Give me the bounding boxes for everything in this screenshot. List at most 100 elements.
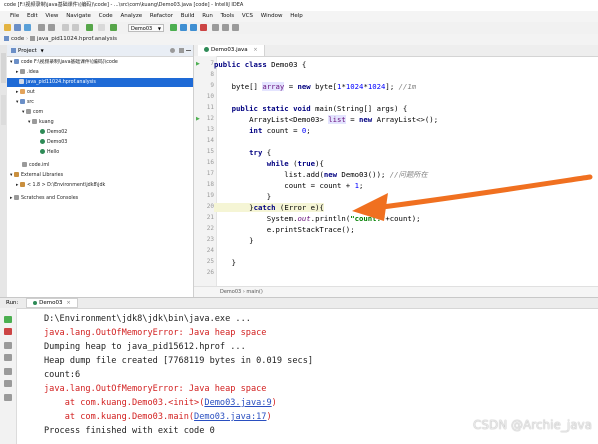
breadcrumb-method[interactable]: main() xyxy=(246,289,262,295)
code-line[interactable]: public static void main(String[] args) { xyxy=(214,104,408,113)
code-line[interactable]: int count = 0; xyxy=(214,126,311,135)
code-line[interactable]: ArrayList<Demo03> list = new ArrayList<>… xyxy=(214,115,438,124)
rerun-icon[interactable] xyxy=(4,316,12,323)
code-line[interactable]: try { xyxy=(214,148,271,157)
project-structure-icon[interactable] xyxy=(212,24,219,31)
stacktrace-link[interactable]: Demo03.java:17 xyxy=(194,412,266,422)
run-icon[interactable] xyxy=(170,24,177,31)
console-line: java.lang.OutOfMemoryError: Java heap sp… xyxy=(44,328,267,338)
console-line: at com.kuang.Demo03.<init>(Demo03.java:9… xyxy=(44,398,277,408)
structure-tool-button[interactable] xyxy=(1,95,6,125)
run-config-select[interactable]: Demo03 ▼ xyxy=(128,24,164,32)
menu-navigate[interactable]: Navigate xyxy=(66,13,91,19)
separator-icon xyxy=(98,24,105,31)
close-icon[interactable]: × xyxy=(253,47,257,53)
menu-code[interactable]: Code xyxy=(99,13,113,19)
undo-icon[interactable] xyxy=(62,24,69,31)
menu-window[interactable]: Window xyxy=(261,13,283,19)
settings-icon[interactable] xyxy=(222,24,229,31)
close-icon[interactable]: × xyxy=(66,300,71,306)
menu-edit[interactable]: Edit xyxy=(27,13,38,19)
code-line[interactable]: e.printStackTrace(); xyxy=(214,225,355,234)
annotation-arrow-icon xyxy=(352,174,593,221)
tree-row-hprof-analysis[interactable]: java_pid11024.hprof.analysis xyxy=(7,78,193,87)
print-icon[interactable] xyxy=(4,380,12,387)
tree-row-out[interactable]: ▸ out xyxy=(7,88,193,97)
scroll-up-icon[interactable] xyxy=(4,342,12,349)
back-icon[interactable] xyxy=(38,24,45,31)
class-icon xyxy=(204,47,209,52)
menu-vcs[interactable]: VCS xyxy=(242,13,253,19)
code-line-catch[interactable]: }catch (Error e){ xyxy=(214,203,324,212)
chevron-down-icon: ▼ xyxy=(157,26,161,31)
menu-refactor[interactable]: Refactor xyxy=(150,13,173,19)
gear-icon[interactable] xyxy=(179,48,184,53)
console-line: Heap dump file created [7768119 bytes in… xyxy=(44,356,314,366)
menu-view[interactable]: View xyxy=(45,13,58,19)
wrap-icon[interactable] xyxy=(4,368,12,375)
tree-row-scratches[interactable]: ▸ Scratches and Consoles xyxy=(7,194,193,203)
breadcrumb-project[interactable]: code xyxy=(11,36,24,42)
class-icon xyxy=(33,300,38,305)
trash-icon[interactable] xyxy=(4,394,12,401)
code-line[interactable]: } xyxy=(214,192,271,201)
chevron-down-icon[interactable]: ▼ xyxy=(41,48,44,53)
tree-row-idea[interactable]: ▸ .idea xyxy=(7,68,193,77)
minimize-icon[interactable] xyxy=(186,50,191,51)
module-folder-icon xyxy=(13,59,19,64)
stacktrace-link[interactable]: Demo03.java:9 xyxy=(204,398,271,408)
menu-file[interactable]: File xyxy=(10,13,19,19)
tree-row-code-iml[interactable]: code.iml xyxy=(7,161,193,170)
breadcrumb-class[interactable]: Demo03 xyxy=(194,289,241,295)
tree-row-com[interactable]: ▾ com xyxy=(7,108,193,117)
tree-row-hello[interactable]: Hello xyxy=(7,148,193,157)
sync-icon[interactable] xyxy=(24,24,31,31)
locate-icon[interactable] xyxy=(170,48,175,53)
code-line[interactable]: } xyxy=(214,236,253,245)
redo-icon[interactable] xyxy=(72,24,79,31)
debug-icon[interactable] xyxy=(180,24,187,31)
tree-row-external-libraries[interactable]: ▾ External Libraries xyxy=(7,171,193,180)
open-folder-icon[interactable] xyxy=(4,24,11,31)
run-class-icon[interactable]: ▶ xyxy=(196,61,200,67)
tree-row-root[interactable]: ▾ code F:\视频录制\java基础课件\(编码)\code xyxy=(7,58,193,67)
tree-row-kuang[interactable]: ▾ kuang xyxy=(7,118,193,127)
tab-demo03-java[interactable]: Demo03.java × xyxy=(198,45,265,56)
menu-help[interactable]: Help xyxy=(290,13,303,19)
search-icon[interactable] xyxy=(232,24,239,31)
hammer-icon[interactable] xyxy=(110,24,117,31)
tree-row-demo02[interactable]: Demo02 xyxy=(7,128,193,137)
tree-row-src[interactable]: ▾ src xyxy=(7,98,193,107)
menu-build[interactable]: Build xyxy=(181,13,195,19)
editor-tab-bar: Demo03.java × xyxy=(194,45,598,57)
project-tool-button[interactable] xyxy=(1,53,6,83)
package-icon xyxy=(25,109,31,114)
stop-icon[interactable] xyxy=(4,328,12,335)
scroll-down-icon[interactable] xyxy=(4,354,12,361)
code-line[interactable]: } xyxy=(214,258,236,267)
build-icon[interactable] xyxy=(86,24,93,31)
class-icon xyxy=(40,129,45,134)
code-line[interactable]: while (true){ xyxy=(214,159,324,168)
project-panel-title[interactable]: Project xyxy=(18,48,37,54)
code-line[interactable]: public class Demo03 { xyxy=(214,60,306,69)
code-line[interactable]: byte[] array = new byte[1*1024*1024]; //… xyxy=(214,82,416,91)
stop-icon[interactable] xyxy=(200,24,207,31)
coverage-icon[interactable] xyxy=(190,24,197,31)
run-tab-demo03[interactable]: Demo03 × xyxy=(26,298,78,308)
class-icon xyxy=(40,139,45,144)
save-icon[interactable] xyxy=(14,24,21,31)
folder-icon xyxy=(4,36,9,41)
menu-run[interactable]: Run xyxy=(202,13,213,19)
forward-icon[interactable] xyxy=(48,24,55,31)
project-icon xyxy=(11,48,16,53)
run-main-icon[interactable]: ▶ xyxy=(196,116,200,122)
source-folder-icon xyxy=(19,99,25,104)
menu-tools[interactable]: Tools xyxy=(221,13,235,19)
console-line: D:\Environment\jdk8\jdk\bin\java.exe ... xyxy=(44,314,251,324)
breadcrumb-file[interactable]: java_pid11024.hprof.analysis xyxy=(37,36,117,42)
menu-analyze[interactable]: Analyze xyxy=(120,13,142,19)
tree-row-jdk[interactable]: ▸ < 1.8 > D:\Environment\jdk8\jdk xyxy=(7,181,193,190)
library-icon xyxy=(13,172,19,177)
tree-row-demo03[interactable]: Demo03 xyxy=(7,138,193,147)
